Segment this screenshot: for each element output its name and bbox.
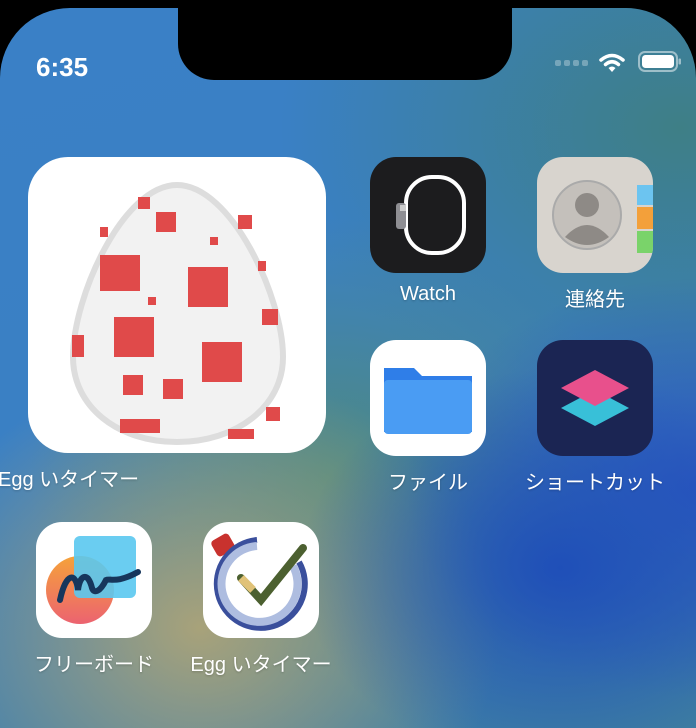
- battery-icon: [638, 51, 681, 72]
- app-watch[interactable]: Watch: [370, 157, 486, 306]
- shortcuts-icon: [537, 340, 653, 456]
- cellular-signal-icon: [555, 60, 588, 66]
- app-shortcuts[interactable]: ショートカット: [525, 340, 665, 495]
- egg-pixel-icon: [28, 157, 326, 453]
- app-label: Egg いタイマー: [190, 654, 332, 676]
- app-egg-timer[interactable]: Egg いタイマー: [190, 522, 332, 677]
- app-label: Watch: [400, 283, 456, 305]
- display-notch: [178, 0, 512, 80]
- app-files[interactable]: ファイル: [370, 340, 486, 495]
- app-contacts[interactable]: 連絡先: [537, 157, 653, 312]
- egg-timer-widget[interactable]: Egg いタイマー: [0, 157, 326, 492]
- egg-timer-clock-icon: [203, 522, 319, 638]
- status-time: 6:35: [36, 52, 89, 82]
- freeform-icon: [36, 522, 152, 638]
- app-label: ファイル: [388, 472, 468, 494]
- files-folder-icon: [370, 340, 486, 456]
- watch-icon: [370, 157, 486, 273]
- home-screen: 6:35 Egg いタイマー Watch 連絡先 ファイル ショートカット フリ…: [0, 8, 696, 728]
- app-freeform[interactable]: フリーボード: [34, 522, 154, 677]
- app-label: ショートカット: [525, 472, 665, 494]
- app-label: フリーボード: [34, 654, 154, 676]
- wifi-icon: [599, 53, 625, 72]
- contacts-icon: [537, 157, 653, 273]
- app-label: Egg いタイマー: [0, 469, 140, 491]
- app-label: 連絡先: [565, 289, 625, 311]
